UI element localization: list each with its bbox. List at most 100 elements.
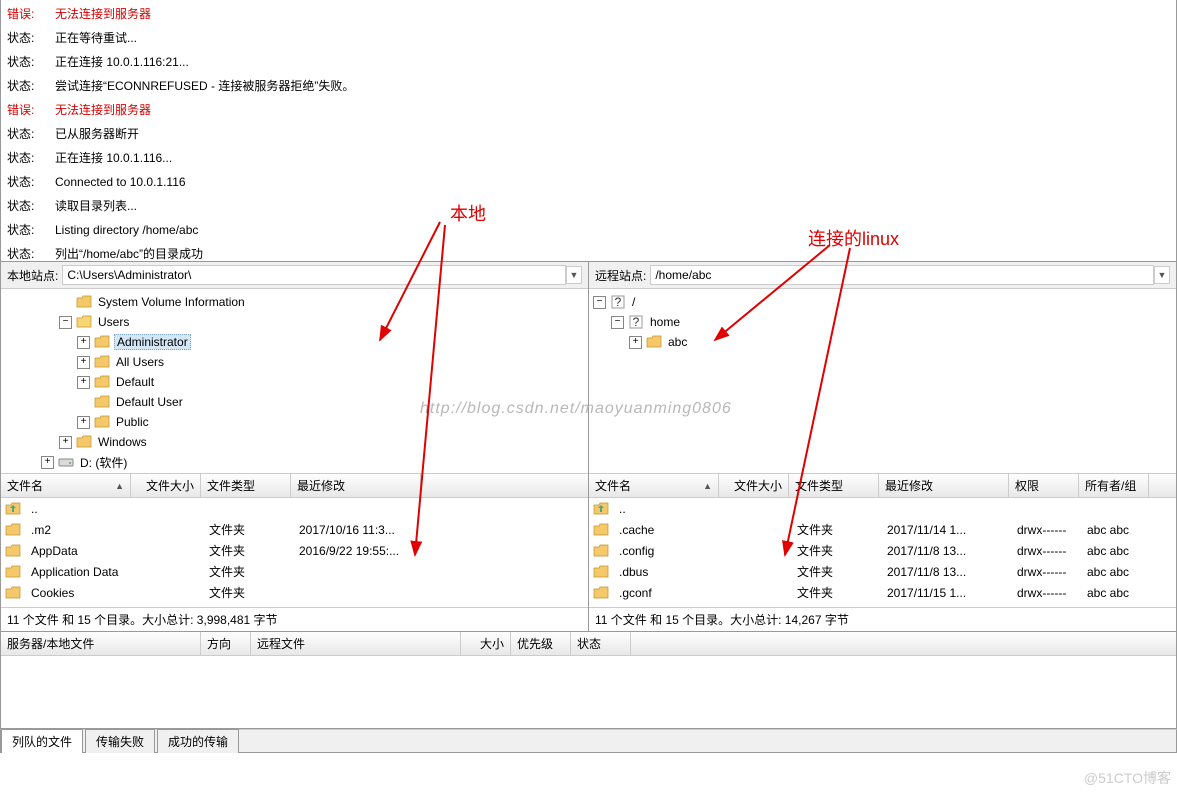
tree-label: All Users [114, 355, 166, 369]
remote-list-body[interactable]: ...cache文件夹2017/11/14 1...drwx------abc … [589, 498, 1176, 607]
tree-node[interactable]: System Volume Information [1, 292, 588, 312]
remote-site-bar: 远程站点: ▼ [589, 262, 1176, 289]
log-text: Connected to 10.0.1.116 [55, 170, 186, 194]
log-label: 错误: [7, 2, 47, 26]
tree-expander-icon[interactable]: − [611, 316, 624, 329]
folder-icon [593, 523, 609, 537]
tree-node[interactable]: −?home [589, 312, 1176, 332]
tree-expander-icon[interactable]: + [77, 356, 90, 369]
qcol-status[interactable]: 状态 [571, 632, 631, 655]
queue-body[interactable] [1, 656, 1176, 728]
cell-name: .gconf [613, 586, 721, 600]
tree-expander-icon[interactable]: + [77, 376, 90, 389]
cell-mtime: 2017/11/14 1... [881, 523, 1011, 537]
col-size[interactable]: 文件大小 [719, 474, 789, 497]
local-list-body[interactable]: ...m2文件夹2017/10/16 11:3...AppData文件夹2016… [1, 498, 588, 607]
queue-panel: 服务器/本地文件 方向 远程文件 大小 优先级 状态 [0, 632, 1177, 729]
tree-expander-icon[interactable]: − [593, 296, 606, 309]
folder-icon [5, 523, 21, 537]
tree-label: Users [96, 315, 131, 329]
sort-arrow-icon: ▲ [703, 481, 712, 491]
list-row[interactable]: .gconf文件夹2017/11/15 1...drwx------abc ab… [589, 582, 1176, 603]
tree-label: System Volume Information [96, 295, 247, 309]
list-row[interactable]: .m2文件夹2017/10/16 11:3... [1, 519, 588, 540]
qcol-server[interactable]: 服务器/本地文件 [1, 632, 201, 655]
tab-queued[interactable]: 列队的文件 [1, 729, 83, 753]
up-icon [593, 502, 609, 516]
log-label: 状态: [7, 26, 47, 50]
qcol-size[interactable]: 大小 [461, 632, 511, 655]
local-tree[interactable]: System Volume Information − Users + Administ… [1, 289, 588, 474]
list-row[interactable]: .cache文件夹2017/11/14 1...drwx------abc ab… [589, 519, 1176, 540]
log-row: 状态:Connected to 10.0.1.116 [7, 170, 1170, 194]
qcol-dir[interactable]: 方向 [201, 632, 251, 655]
list-row[interactable]: .. [1, 498, 588, 519]
remote-path-input[interactable] [650, 265, 1154, 285]
local-list-header[interactable]: 文件名▲ 文件大小 文件类型 最近修改 [1, 474, 588, 498]
tree-label: Windows [96, 435, 149, 449]
log-text: 已从服务器断开 [55, 122, 139, 146]
list-row[interactable]: AppData文件夹2016/9/22 19:55:... [1, 540, 588, 561]
dual-pane: 本地站点: ▼ System Volume Information−Users+… [0, 262, 1177, 632]
log-panel: 错误:无法连接到服务器状态:正在等待重试...状态:正在连接 10.0.1.11… [0, 0, 1177, 262]
tree-node[interactable]: + Administrator [1, 332, 588, 352]
remote-path-dropdown[interactable]: ▼ [1154, 266, 1170, 284]
log-text: 正在连接 10.0.1.116:21... [55, 50, 189, 74]
folder-icon [94, 355, 110, 369]
tabs-bar: 列队的文件 传输失败 成功的传输 [0, 729, 1177, 753]
folder-user-icon [94, 335, 110, 349]
tab-failed[interactable]: 传输失败 [85, 729, 155, 753]
log-text: 无法连接到服务器 [55, 2, 151, 26]
local-path-input[interactable] [62, 265, 566, 285]
col-type[interactable]: 文件类型 [789, 474, 879, 497]
col-type[interactable]: 文件类型 [201, 474, 291, 497]
tree-label: Public [114, 415, 151, 429]
tree-expander-icon[interactable]: + [41, 456, 54, 469]
tree-node[interactable]: −?/ [589, 292, 1176, 312]
cell-name: .cache [613, 523, 721, 537]
tree-node[interactable]: +abc [589, 332, 1176, 352]
tree-expander-icon[interactable]: + [59, 436, 72, 449]
queue-header[interactable]: 服务器/本地文件 方向 远程文件 大小 优先级 状态 [1, 632, 1176, 656]
cell-mtime: 2017/10/16 11:3... [293, 523, 423, 537]
list-row[interactable]: Cookies文件夹 [1, 582, 588, 603]
col-mtime[interactable]: 最近修改 [291, 474, 421, 497]
col-name: 文件名▲ [1, 474, 131, 497]
drive-icon [58, 455, 74, 469]
cell-perm: drwx------ [1011, 523, 1081, 537]
tree-node[interactable]: +D: (软件) [1, 452, 588, 472]
log-label: 状态: [7, 146, 47, 170]
tree-node[interactable]: + Windows [1, 432, 588, 452]
list-row[interactable]: .config文件夹2017/11/8 13...drwx------abc a… [589, 540, 1176, 561]
cell-mtime: 2017/11/15 1... [881, 586, 1011, 600]
tree-label: Default [114, 375, 156, 389]
cell-type: 文件夹 [203, 521, 293, 538]
local-path-dropdown[interactable]: ▼ [566, 266, 582, 284]
tree-node[interactable]: + All Users [1, 352, 588, 372]
log-row: 状态:正在连接 10.0.1.116... [7, 146, 1170, 170]
folder-icon [5, 565, 21, 579]
list-row[interactable]: Application Data文件夹 [1, 561, 588, 582]
tree-expander-icon[interactable]: + [77, 336, 90, 349]
col-owner[interactable]: 所有者/组 [1079, 474, 1149, 497]
remote-list-header[interactable]: 文件名▲ 文件大小 文件类型 最近修改 权限 所有者/组 [589, 474, 1176, 498]
qcol-remote[interactable]: 远程文件 [251, 632, 461, 655]
tree-expander-icon[interactable]: + [77, 416, 90, 429]
remote-tree[interactable]: −?/−?home+abc [589, 289, 1176, 474]
tree-expander-icon[interactable]: − [59, 316, 72, 329]
log-row: 状态:尝试连接“ECONNREFUSED - 连接被服务器拒绝”失败。 [7, 74, 1170, 98]
tree-label: Administrator [114, 334, 191, 350]
folder-icon [5, 586, 21, 600]
col-size[interactable]: 文件大小 [131, 474, 201, 497]
tab-success[interactable]: 成功的传输 [157, 729, 239, 753]
tree-node[interactable]: + Default [1, 372, 588, 392]
list-row[interactable]: .dbus文件夹2017/11/8 13...drwx------abc abc [589, 561, 1176, 582]
list-row[interactable]: .. [589, 498, 1176, 519]
col-mtime[interactable]: 最近修改 [879, 474, 1009, 497]
qcol-prio[interactable]: 优先级 [511, 632, 571, 655]
col-perm[interactable]: 权限 [1009, 474, 1079, 497]
log-label: 状态: [7, 74, 47, 98]
tree-expander-icon[interactable]: + [629, 336, 642, 349]
local-pane: 本地站点: ▼ System Volume Information−Users+… [1, 262, 589, 631]
tree-node[interactable]: − Users [1, 312, 588, 332]
